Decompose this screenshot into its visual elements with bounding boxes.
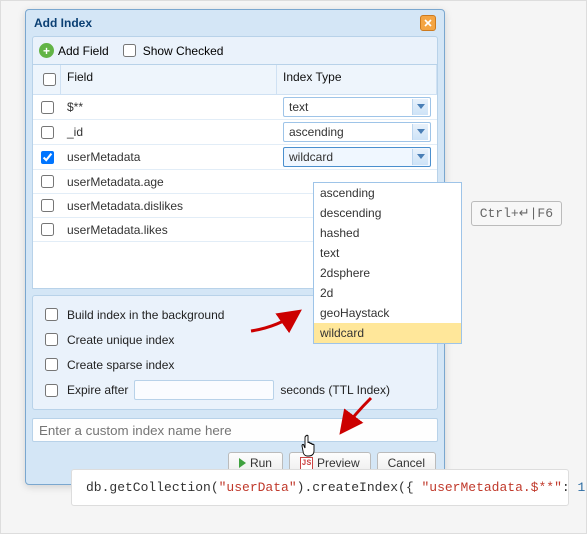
header-checkbox-col: [33, 65, 61, 94]
chevron-down-icon: [412, 99, 428, 115]
code-p2: ).createIndex({: [297, 480, 422, 495]
dropdown-item[interactable]: wildcard: [314, 323, 461, 343]
index-type-dropdown[interactable]: ascendingdescendinghashedtext2dsphere2dg…: [313, 182, 462, 344]
hint-keyshortcut: Ctrl+↵|F6: [471, 201, 562, 226]
row-checkbox[interactable]: [41, 101, 54, 114]
dialog-toolbar: + Add Field Show Checked: [32, 36, 438, 65]
show-checked-label: Show Checked: [143, 44, 224, 58]
plus-icon: +: [39, 43, 54, 58]
grid-header: Field Index Type: [33, 65, 437, 95]
run-label: Run: [250, 456, 272, 470]
background-label: Build index in the background: [67, 308, 224, 322]
dropdown-item[interactable]: geoHaystack: [314, 303, 461, 323]
dialog-title: Add Index: [34, 16, 92, 30]
index-name-input[interactable]: [32, 418, 438, 442]
row-field-name: $**: [61, 98, 277, 116]
combo-value: text: [289, 100, 308, 114]
sparse-checkbox[interactable]: [45, 358, 58, 371]
unique-checkbox[interactable]: [45, 333, 58, 346]
header-field: Field: [61, 65, 277, 94]
table-row[interactable]: userMetadata wildcard: [33, 145, 437, 170]
dropdown-item[interactable]: ascending: [314, 183, 461, 203]
background-checkbox[interactable]: [45, 308, 58, 321]
code-p3: :: [562, 480, 578, 495]
js-icon: JS: [300, 457, 313, 470]
row-field-name: _id: [61, 123, 277, 141]
index-type-combo[interactable]: ascending: [283, 122, 431, 142]
close-button[interactable]: [420, 15, 436, 31]
code-p1: db.getCollection(: [86, 480, 219, 495]
cancel-label: Cancel: [388, 456, 425, 470]
expire-checkbox[interactable]: [45, 384, 58, 397]
row-field-name: userMetadata: [61, 148, 277, 166]
select-all-checkbox[interactable]: [43, 73, 56, 86]
dropdown-item[interactable]: text: [314, 243, 461, 263]
table-row[interactable]: _id ascending: [33, 120, 437, 145]
header-index-type: Index Type: [277, 65, 437, 94]
index-type-combo[interactable]: wildcard: [283, 147, 431, 167]
expire-seconds-input[interactable]: [134, 380, 274, 400]
show-checked-toggle[interactable]: Show Checked: [119, 41, 224, 60]
row-checkbox[interactable]: [41, 151, 54, 164]
chevron-down-icon: [412, 149, 428, 165]
table-row[interactable]: $** text: [33, 95, 437, 120]
chevron-down-icon: [412, 124, 428, 140]
row-checkbox[interactable]: [41, 126, 54, 139]
close-icon: [424, 19, 432, 27]
dropdown-item[interactable]: 2dsphere: [314, 263, 461, 283]
sparse-label: Create sparse index: [67, 358, 174, 372]
play-icon: [239, 458, 246, 468]
dropdown-item[interactable]: descending: [314, 203, 461, 223]
code-s2: "userMetadata.$**": [421, 480, 561, 495]
code-s1: "userData": [219, 480, 297, 495]
dropdown-item[interactable]: hashed: [314, 223, 461, 243]
generated-code-panel: db.getCollection("userData").createIndex…: [71, 469, 569, 506]
show-checked-checkbox[interactable]: [123, 44, 136, 57]
row-field-name: userMetadata.age: [61, 173, 277, 191]
dropdown-item[interactable]: 2d: [314, 283, 461, 303]
combo-value: wildcard: [289, 150, 333, 164]
row-checkbox[interactable]: [41, 199, 54, 212]
dialog-titlebar: Add Index: [26, 10, 444, 36]
index-name-container: [32, 418, 438, 442]
expire-label: Expire after: [67, 383, 128, 397]
unique-label: Create unique index: [67, 333, 174, 347]
row-field-name: userMetadata.likes: [61, 221, 277, 239]
expire-suffix: seconds (TTL Index): [280, 383, 390, 397]
combo-value: ascending: [289, 125, 344, 139]
add-index-dialog: Add Index + Add Field Show Checked Field…: [25, 9, 445, 485]
row-checkbox[interactable]: [41, 175, 54, 188]
row-field-name: userMetadata.dislikes: [61, 197, 277, 215]
preview-label: Preview: [317, 456, 360, 470]
add-field-label: Add Field: [58, 44, 109, 58]
index-type-combo[interactable]: text: [283, 97, 431, 117]
row-checkbox[interactable]: [41, 223, 54, 236]
add-field-link[interactable]: + Add Field: [39, 43, 109, 58]
